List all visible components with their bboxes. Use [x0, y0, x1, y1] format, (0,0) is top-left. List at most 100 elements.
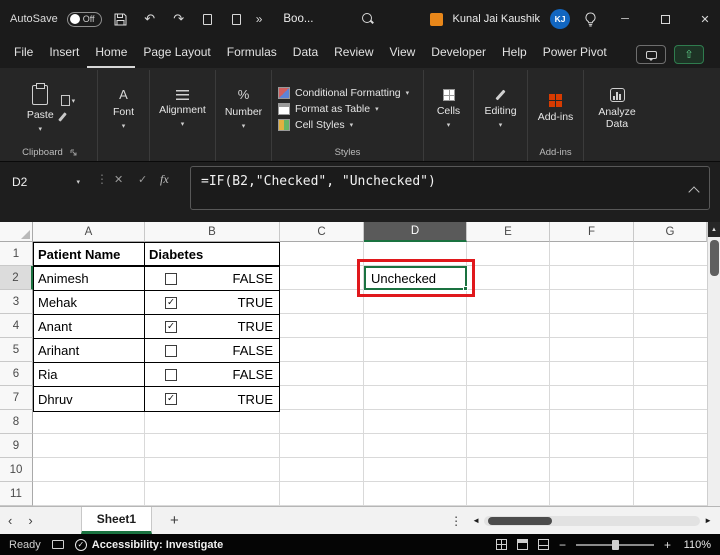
checkbox-icon[interactable]: [165, 344, 177, 357]
row-header-5[interactable]: 5: [0, 338, 33, 362]
alignment-button[interactable]: Alignment ▾: [156, 88, 209, 130]
zoom-slider-thumb[interactable]: [611, 539, 619, 550]
tab-power-pivot[interactable]: Power Pivot: [535, 39, 615, 68]
table-header-row[interactable]: Patient Name Diabetes: [34, 243, 279, 267]
row-header-1[interactable]: 1: [0, 242, 33, 266]
column-header-a[interactable]: A: [33, 222, 145, 242]
paste-button[interactable]: Paste ▾: [24, 82, 57, 135]
column-header-e[interactable]: E: [467, 222, 550, 242]
format-painter-button[interactable]: [57, 112, 76, 122]
page-break-view-icon[interactable]: [537, 539, 549, 550]
editing-button[interactable]: Editing ▾: [481, 87, 519, 131]
zoom-in-button[interactable]: +: [664, 538, 671, 552]
cell-a4[interactable]: Anant: [34, 315, 145, 338]
sheet-tab-sheet1[interactable]: Sheet1: [80, 507, 153, 534]
cells-area[interactable]: Patient Name Diabetes Animesh FALSE Meha…: [33, 242, 707, 506]
number-button[interactable]: % Number ▾: [222, 85, 265, 132]
tab-home[interactable]: Home: [87, 39, 136, 68]
cancel-icon[interactable]: ✕: [114, 173, 123, 186]
cell-a1[interactable]: Patient Name: [34, 243, 145, 265]
sheet-nav-right-icon[interactable]: ›: [20, 513, 40, 528]
restore-button[interactable]: [650, 0, 680, 38]
column-header-f[interactable]: F: [550, 222, 634, 242]
cell-a3[interactable]: Mehak: [34, 291, 145, 314]
table-row[interactable]: Mehak ✓ TRUE: [34, 291, 279, 315]
table-row[interactable]: Arihant FALSE: [34, 339, 279, 363]
table-row[interactable]: Ria FALSE: [34, 363, 279, 387]
tab-insert[interactable]: Insert: [41, 39, 87, 68]
tab-formulas[interactable]: Formulas: [219, 39, 285, 68]
tab-help[interactable]: Help: [494, 39, 535, 68]
minimize-button[interactable]: ─: [610, 0, 640, 38]
horizontal-scrollbar[interactable]: ◄ ►: [472, 515, 720, 526]
conditional-formatting-button[interactable]: Conditional Formatting ▾: [278, 86, 417, 99]
tab-review[interactable]: Review: [326, 39, 381, 68]
format-as-table-button[interactable]: Format as Table ▾: [278, 102, 417, 115]
row-header-11[interactable]: 11: [0, 482, 33, 506]
accessibility-status[interactable]: ✓ Accessibility: Investigate: [74, 538, 223, 551]
checkbox-icon[interactable]: ✓: [165, 320, 177, 333]
column-header-g[interactable]: G: [634, 222, 707, 242]
clipboard-dialog-launcher[interactable]: [70, 149, 77, 156]
avatar[interactable]: KJ: [550, 9, 570, 29]
font-button[interactable]: A Font ▾: [110, 85, 137, 132]
macro-record-icon[interactable]: [51, 540, 64, 549]
table-row[interactable]: Animesh FALSE: [34, 267, 279, 291]
vertical-scrollbar[interactable]: ▲: [707, 222, 720, 506]
close-button[interactable]: ✕: [690, 0, 720, 38]
cell-b2[interactable]: FALSE: [145, 267, 279, 290]
page-layout-view-icon[interactable]: [516, 539, 528, 550]
row-header-9[interactable]: 9: [0, 434, 33, 458]
cell-b5[interactable]: FALSE: [145, 339, 279, 362]
autosave-toggle[interactable]: Off: [66, 11, 102, 27]
cell-b7[interactable]: ✓ TRUE: [145, 387, 279, 411]
cell-styles-button[interactable]: Cell Styles ▾: [278, 118, 417, 131]
undo-icon[interactable]: ↶: [140, 7, 160, 31]
user-name[interactable]: Kunal Jai Kaushik: [453, 13, 540, 25]
comments-button[interactable]: [636, 45, 666, 64]
tab-developer[interactable]: Developer: [423, 39, 494, 68]
copy-icon[interactable]: [198, 7, 218, 31]
zoom-slider[interactable]: [575, 539, 654, 550]
lightbulb-icon[interactable]: [580, 7, 600, 31]
zoom-out-button[interactable]: −: [559, 538, 566, 552]
vertical-scrollbar-thumb[interactable]: [710, 240, 719, 276]
column-header-b[interactable]: B: [145, 222, 280, 242]
cell-b4[interactable]: ✓ TRUE: [145, 315, 279, 338]
tab-page-layout[interactable]: Page Layout: [135, 39, 218, 68]
share-button[interactable]: ⇧: [674, 45, 704, 64]
paste-quick-icon[interactable]: [227, 7, 247, 31]
scroll-up-icon[interactable]: ▲: [708, 222, 720, 237]
redo-icon[interactable]: ↷: [169, 7, 189, 31]
row-header-3[interactable]: 3: [0, 290, 33, 314]
notification-icon[interactable]: [429, 12, 443, 26]
cell-b1[interactable]: Diabetes: [145, 243, 279, 265]
cell-a7[interactable]: Dhruv: [34, 387, 145, 411]
copy-button[interactable]: ▾: [60, 95, 75, 106]
enter-icon[interactable]: ✓: [138, 173, 147, 186]
row-header-7[interactable]: 7: [0, 386, 33, 410]
checkbox-icon[interactable]: [165, 368, 177, 381]
cell-b6[interactable]: FALSE: [145, 363, 279, 386]
table-row[interactable]: Anant ✓ TRUE: [34, 315, 279, 339]
tab-data[interactable]: Data: [285, 39, 326, 68]
horizontal-scrollbar-thumb[interactable]: [488, 516, 553, 525]
column-header-d[interactable]: D: [364, 222, 467, 242]
row-header-2[interactable]: 2: [0, 266, 33, 290]
row-header-10[interactable]: 10: [0, 458, 33, 482]
checkbox-icon[interactable]: [165, 272, 177, 285]
horizontal-scrollbar-track[interactable]: [484, 515, 701, 526]
new-sheet-button[interactable]: +: [170, 512, 179, 529]
row-header-8[interactable]: 8: [0, 410, 33, 434]
row-header-6[interactable]: 6: [0, 362, 33, 386]
row-header-4[interactable]: 4: [0, 314, 33, 338]
cell-a6[interactable]: Ria: [34, 363, 145, 386]
addins-button[interactable]: Add-ins: [535, 92, 577, 125]
checkbox-icon[interactable]: ✓: [165, 296, 177, 309]
formula-input[interactable]: =IF(B2,"Checked", "Unchecked"): [190, 166, 710, 210]
sheet-nav-left-icon[interactable]: ‹: [0, 513, 20, 528]
search-icon[interactable]: [362, 13, 374, 25]
zoom-level[interactable]: 110%: [681, 539, 711, 551]
cell-a2[interactable]: Animesh: [34, 267, 145, 290]
cell-a5[interactable]: Arihant: [34, 339, 145, 362]
